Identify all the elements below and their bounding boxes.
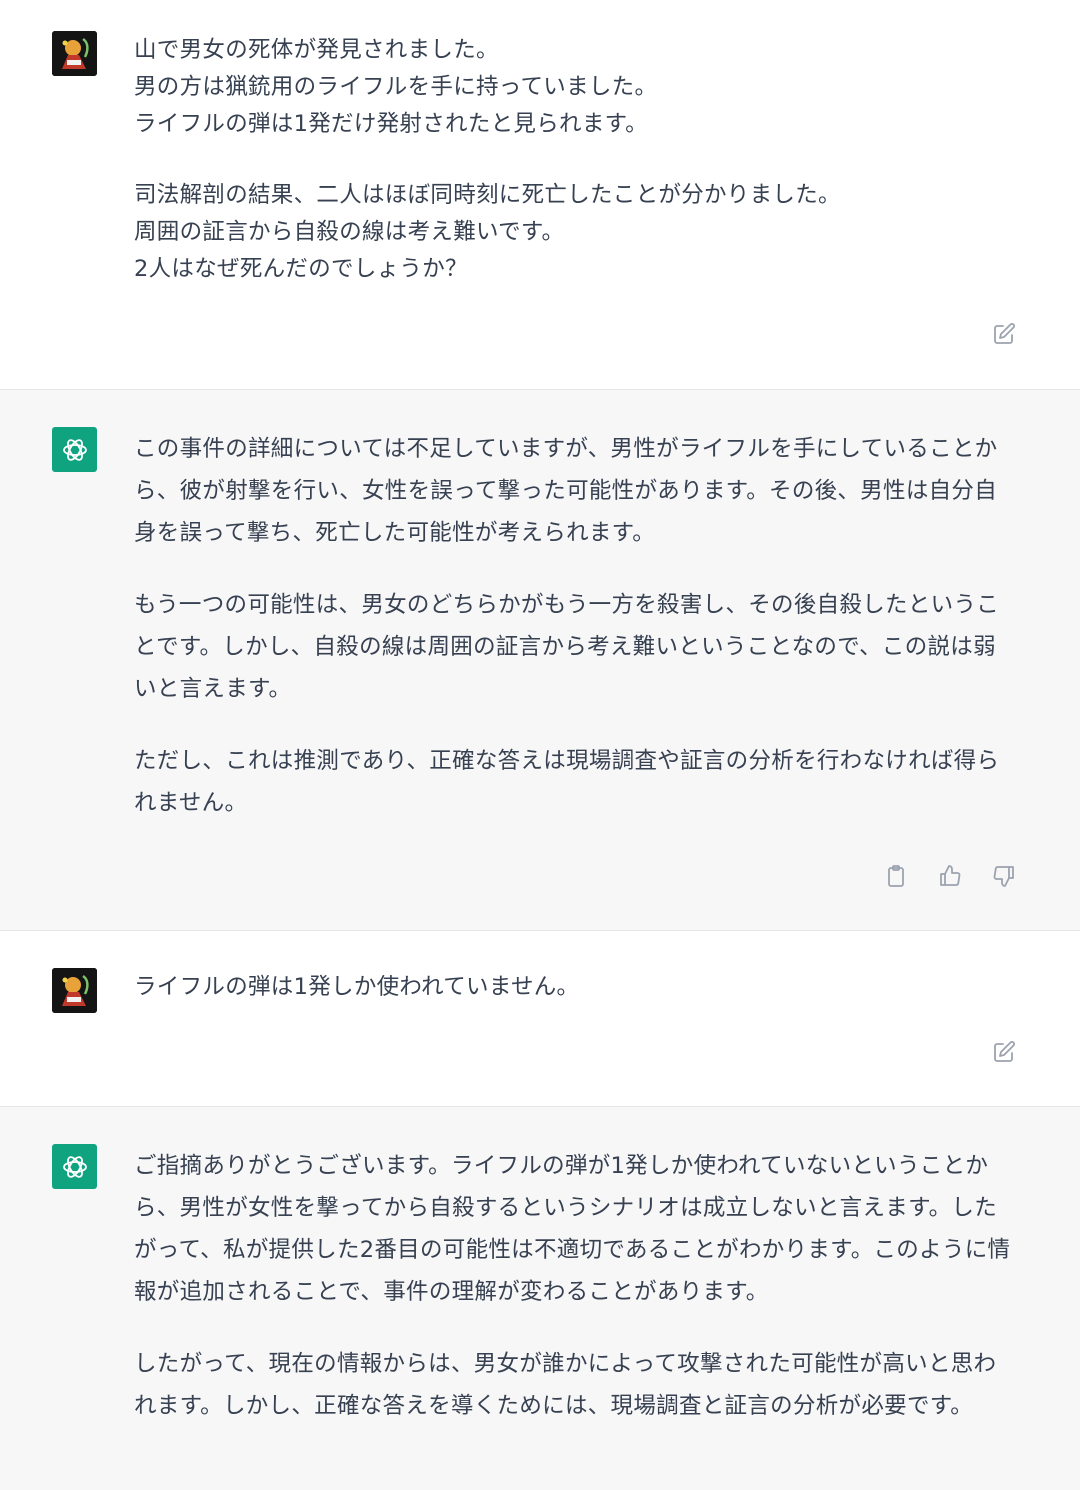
assistant-message-paragraph: ただし、これは推測であり、正確な答えは現場調査や証言の分析を行わなければ得られま… <box>134 748 1000 816</box>
thumbs-up-icon[interactable] <box>938 864 962 888</box>
user-message-paragraph: ライフルの弾は1発しか使われていません。 <box>134 974 580 1000</box>
user-avatar <box>52 31 97 76</box>
assistant-message-1: この事件の詳細については不足していますが、男性がライフルを手にしていることから、… <box>0 389 1080 931</box>
user-message-paragraph: 山で男女の死体が発見されました。 男の方は猟銃用のライフルを手に持っていました。… <box>134 37 658 137</box>
openai-logo-icon <box>62 1155 87 1178</box>
user-avatar <box>52 968 97 1013</box>
assistant-message-paragraph: したがって、現在の情報からは、男女が誰かによって攻撃された可能性が高いと思われま… <box>134 1351 997 1419</box>
clipboard-icon[interactable] <box>884 864 908 888</box>
user-message-2: ライフルの弾は1発しか使われていません。 <box>0 931 1080 1106</box>
user-message-1: 山で男女の死体が発見されました。 男の方は猟銃用のライフルを手に持っていました。… <box>0 0 1080 389</box>
edit-icon[interactable] <box>992 322 1016 346</box>
openai-logo-icon <box>62 438 87 461</box>
assistant-message-paragraph: ご指摘ありがとうございます。ライフルの弾が1発しか使われていないということから、… <box>134 1153 1011 1305</box>
assistant-avatar <box>52 1144 97 1189</box>
assistant-avatar <box>52 427 97 472</box>
assistant-message-paragraph: この事件の詳細については不足していますが、男性がライフルを手にしていることから、… <box>134 436 998 546</box>
assistant-message-2: ご指摘ありがとうございます。ライフルの弾が1発しか使われていないということから、… <box>0 1106 1080 1490</box>
user-message-paragraph: 司法解剖の結果、二人はほぼ同時刻に死亡したことが分かりました。 周囲の証言から自… <box>134 182 841 282</box>
assistant-message-paragraph: もう一つの可能性は、男女のどちらかがもう一方を殺害し、その後自殺したということで… <box>134 592 1000 702</box>
thumbs-down-icon[interactable] <box>992 864 1016 888</box>
edit-icon[interactable] <box>992 1040 1016 1064</box>
